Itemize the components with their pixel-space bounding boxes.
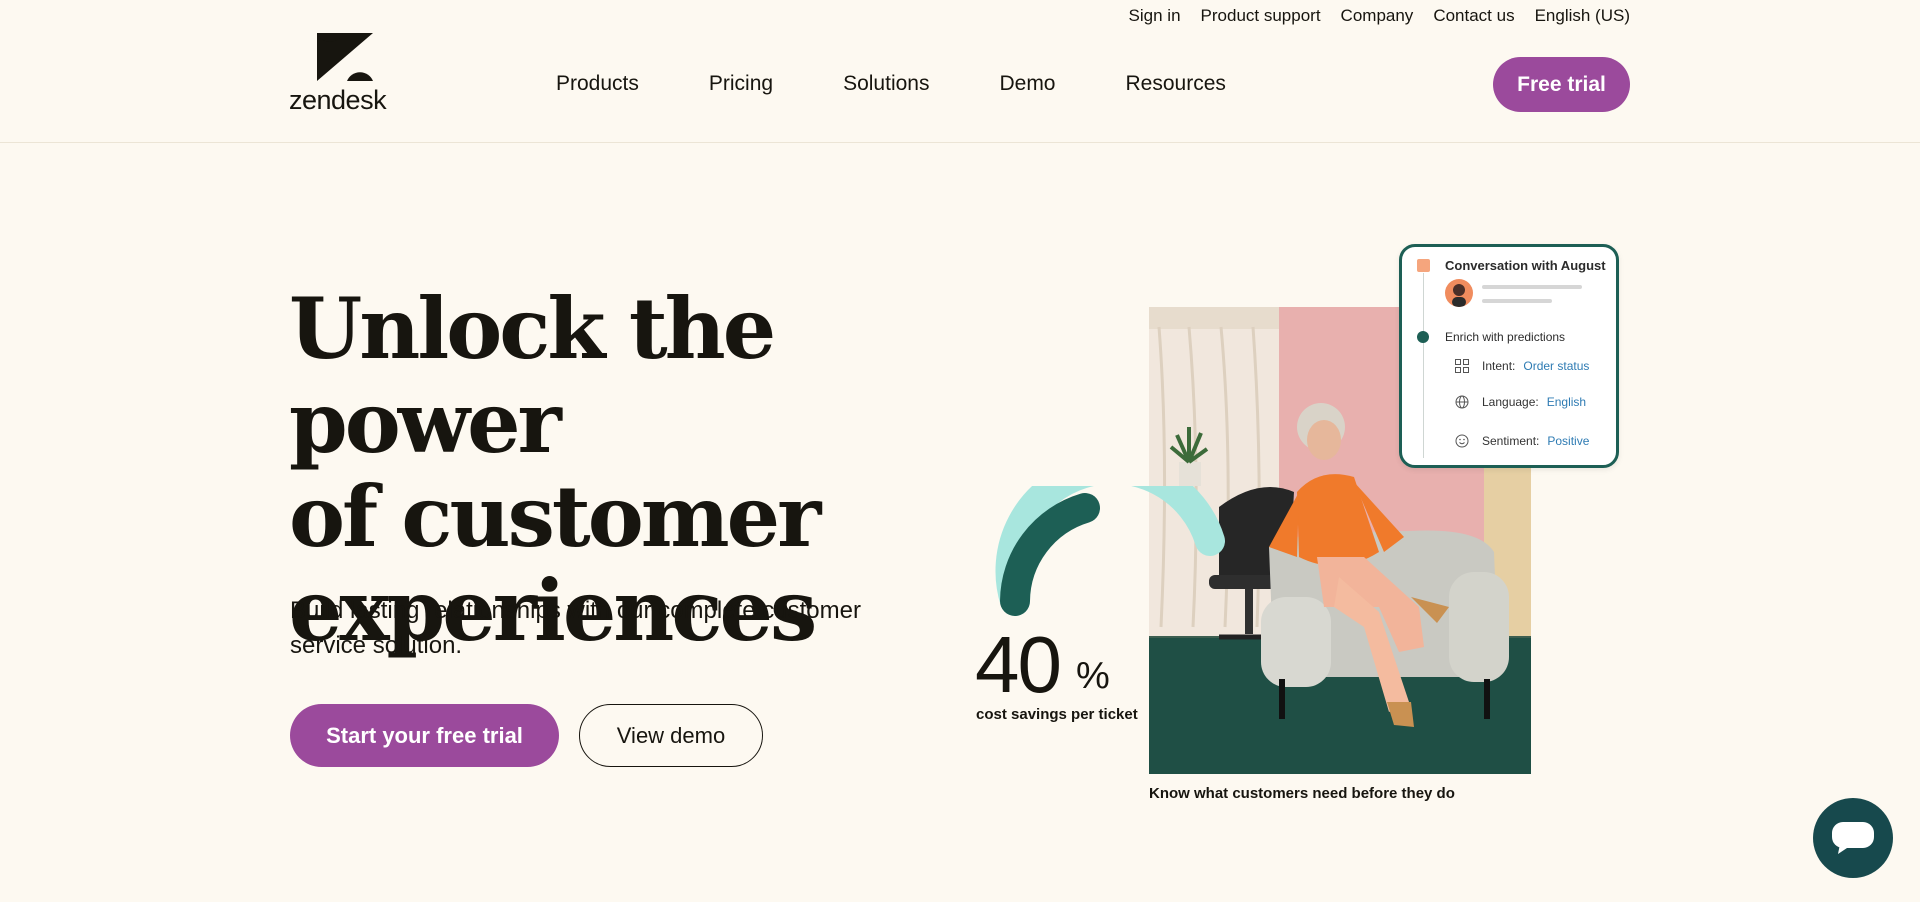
prediction-card: Conversation with August Enrich with pre… [1399, 244, 1619, 468]
utility-nav: Sign in Product support Company Contact … [1109, 4, 1630, 28]
view-demo-button[interactable]: View demo [579, 704, 763, 767]
hero-title-line-1: Unlock the power [289, 279, 776, 472]
chat-launcher-button[interactable] [1813, 798, 1893, 878]
globe-icon [1454, 394, 1470, 410]
timeline-line [1423, 273, 1424, 458]
intent-row: Intent: Order status [1454, 358, 1589, 374]
intent-label: Intent: [1482, 359, 1516, 373]
nav-resources[interactable]: Resources [1126, 70, 1226, 98]
stat-unit: % [1076, 655, 1110, 697]
smiley-icon [1454, 433, 1470, 449]
message-placeholder-line [1482, 299, 1552, 303]
language-selector[interactable]: English (US) [1535, 4, 1630, 28]
message-placeholder-line [1482, 285, 1582, 289]
language-label: Language: [1482, 395, 1539, 409]
logo-wordmark: zendesk [289, 85, 387, 115]
product-support-link[interactable]: Product support [1201, 4, 1321, 28]
intent-value: Order status [1523, 359, 1590, 373]
main-nav: Products Pricing Solutions Demo Resource… [556, 70, 1226, 98]
grid-icon [1454, 358, 1470, 374]
chat-bubble-icon [1832, 822, 1874, 854]
stat-value: 40 [975, 620, 1062, 709]
free-trial-button[interactable]: Free trial [1493, 57, 1630, 112]
language-row: Language: English [1454, 394, 1586, 410]
zendesk-logo[interactable]: zendesk [289, 33, 397, 115]
sign-in-link[interactable]: Sign in [1129, 4, 1181, 28]
avatar [1445, 279, 1473, 307]
photo-caption: Know what customers need before they do [1149, 785, 1455, 802]
person-avatar-icon [1452, 284, 1466, 307]
zendesk-logo-mark-icon [317, 33, 373, 81]
card-title: Conversation with August [1445, 258, 1606, 273]
sentiment-value: Positive [1547, 434, 1590, 448]
contact-us-link[interactable]: Contact us [1433, 4, 1514, 28]
stat-label: cost savings per ticket [976, 706, 1138, 723]
nav-solutions[interactable]: Solutions [843, 70, 929, 98]
site-header: zendesk Products Pricing Solutions Demo … [0, 0, 1920, 143]
sentiment-row: Sentiment: Positive [1454, 433, 1589, 449]
enrich-marker-icon [1417, 331, 1429, 343]
nav-pricing[interactable]: Pricing [709, 70, 773, 98]
conversation-marker-icon [1417, 259, 1430, 272]
enrich-label: Enrich with predictions [1445, 330, 1566, 344]
language-value: English [1546, 395, 1587, 409]
nav-products[interactable]: Products [556, 70, 639, 98]
hero-subtitle: Build lasting relationships with our com… [290, 597, 861, 659]
company-link[interactable]: Company [1341, 4, 1414, 28]
start-free-trial-button[interactable]: Start your free trial [290, 704, 559, 767]
hero-title-line-2: of customer [289, 467, 821, 566]
nav-demo[interactable]: Demo [999, 70, 1055, 98]
sentiment-label: Sentiment: [1482, 434, 1540, 448]
savings-arc-graphic [995, 486, 1225, 616]
